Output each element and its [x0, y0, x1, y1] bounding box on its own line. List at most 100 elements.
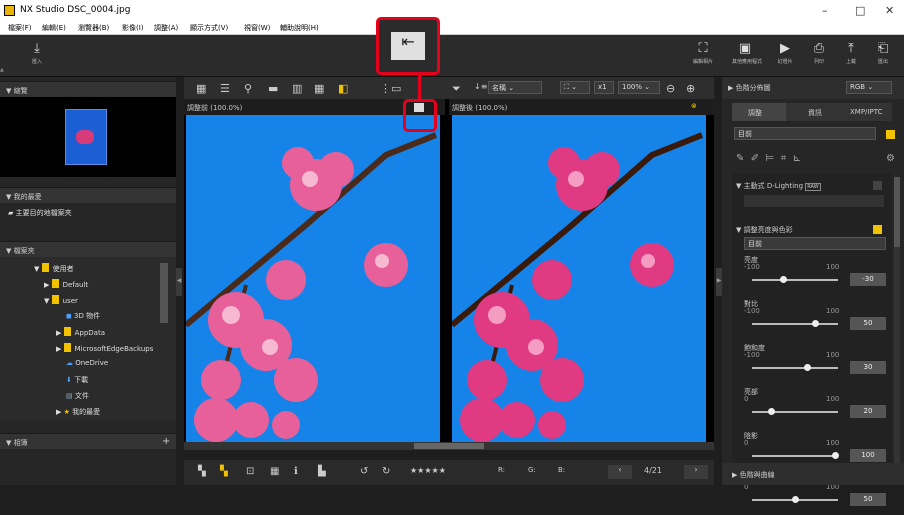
preset-checkbox[interactable] — [886, 130, 895, 139]
brush-icon[interactable]: ✎ — [736, 153, 744, 164]
album-header[interactable]: ▼ 相簿 + — [0, 433, 176, 449]
print-button[interactable]: ⎙ 列印 — [806, 41, 832, 65]
tab-adjust[interactable]: 調整 — [732, 103, 786, 121]
rating-stars[interactable]: ★★★★★ — [410, 466, 446, 475]
slider-value[interactable]: 20 — [850, 405, 886, 418]
slider-value[interactable]: 30 — [850, 361, 886, 374]
filmstrip-view-icon[interactable]: ▥ — [292, 82, 302, 95]
adl-header[interactable]: ▼ 主動式 D-Lighting RAW — [736, 181, 821, 191]
filter-icon[interactable]: ⏷ — [452, 82, 461, 96]
other-app-button[interactable]: ▣ 其他應用程式 — [732, 41, 762, 65]
menu-view[interactable]: 顯示方式(V) — [190, 23, 228, 33]
tree-downloads[interactable]: ⬇ 下載 — [66, 375, 88, 385]
minimize-button[interactable]: – — [822, 4, 828, 17]
tree-3d-objects[interactable]: ◼ 3D 物件 — [66, 311, 100, 321]
slider-knob[interactable] — [812, 320, 819, 327]
zoom-in-icon[interactable]: ⊕ — [686, 82, 695, 95]
menu-image[interactable]: 影像(I) — [122, 23, 144, 33]
color-mode-select[interactable]: RGB ⌄ — [846, 81, 892, 94]
menu-edit[interactable]: 編輯(E) — [42, 23, 66, 33]
slider-track[interactable] — [752, 276, 838, 283]
slider-value[interactable]: -30 — [850, 273, 886, 286]
export-button[interactable]: ⎗ 匯出 — [870, 41, 896, 65]
slider-track[interactable] — [752, 364, 838, 371]
maximize-button[interactable]: □ — [855, 4, 865, 17]
tree-favorites[interactable]: ▶ ★ 我的最愛 — [56, 407, 100, 417]
tree-onedrive[interactable]: ☁ OneDrive — [66, 359, 108, 367]
tree-documents[interactable]: ▤ 文件 — [66, 391, 89, 401]
tab-info[interactable]: 資訊 — [808, 108, 822, 118]
single-view-icon[interactable]: ▬ — [268, 82, 278, 95]
slider-knob[interactable] — [804, 364, 811, 371]
map-view-icon[interactable]: ⚲ — [244, 82, 252, 95]
slider-knob[interactable] — [792, 496, 799, 503]
zoom-x1-button[interactable]: x1 — [594, 81, 614, 94]
slider-track[interactable] — [752, 408, 838, 415]
list-view-icon[interactable]: ☰ — [220, 82, 230, 95]
close-button[interactable]: ✕ — [885, 4, 894, 17]
viewer-scrollbar[interactable] — [184, 442, 714, 450]
brightness-preset-select[interactable]: 目前 — [744, 237, 886, 250]
menu-browser[interactable]: 瀏覽器(B) — [78, 23, 109, 33]
adl-select[interactable] — [744, 195, 884, 207]
layout-menu-icon[interactable]: ⋮▭ — [380, 82, 401, 95]
favorites-header[interactable]: ▼ 我的最愛 — [0, 187, 176, 203]
slider-track[interactable] — [752, 320, 838, 327]
left-panel-toggle[interactable]: ◀ — [176, 268, 182, 296]
info-icon[interactable]: ℹ — [294, 466, 298, 477]
rotate-left-icon[interactable]: ↺ — [360, 466, 368, 477]
add-album-button[interactable]: + — [162, 436, 170, 447]
prev-button[interactable]: ‹ — [608, 465, 632, 479]
rotate-right-icon[interactable]: ↻ — [382, 466, 390, 477]
menu-file[interactable]: 檔案(F) — [8, 23, 32, 33]
sort-order-icon[interactable]: ↓≡ — [474, 82, 487, 91]
favorite-destination-folder[interactable]: ▰ 主要目的地檔案夾 — [8, 208, 72, 218]
collapse-arrow-icon[interactable]: ▲ — [0, 67, 8, 73]
tree-appdata[interactable]: ▶ AppData — [56, 327, 105, 337]
zoom-select[interactable]: 100% ⌄ — [618, 81, 660, 94]
slider-value[interactable]: 50 — [850, 493, 886, 506]
after-image[interactable] — [452, 115, 706, 450]
label-icon[interactable]: ▚ — [198, 466, 206, 477]
tree-default[interactable]: ▶ Default — [44, 279, 88, 289]
settings-gear-icon[interactable]: ⚙ — [886, 153, 895, 164]
fit-icon[interactable]: ⊡ — [246, 466, 254, 477]
levels-icon[interactable]: ⊨ — [766, 153, 775, 164]
label-active-icon[interactable]: ▚ — [220, 466, 228, 477]
sort-select[interactable]: 名稱 ⌄ — [488, 81, 542, 94]
brightness-header[interactable]: ▼ 調整亮度與色彩 — [736, 225, 793, 235]
before-after-view-icon[interactable]: ◧ — [338, 82, 348, 95]
next-button[interactable]: › — [684, 465, 708, 479]
menu-help[interactable]: 輔助說明(H) — [280, 23, 319, 33]
histogram-icon[interactable]: ▙ — [318, 466, 326, 477]
fit-select[interactable]: ⛶ ⌄ — [560, 81, 590, 94]
link-icon[interactable]: ⊗ — [691, 102, 697, 110]
folder-scrollbar[interactable] — [160, 263, 168, 323]
slider-knob[interactable] — [768, 408, 775, 415]
preset-select[interactable]: 目前 — [734, 127, 876, 140]
adl-checkbox[interactable] — [873, 181, 882, 190]
slider-track[interactable] — [752, 452, 839, 459]
thumbnail-image[interactable] — [65, 109, 107, 165]
menu-adjust[interactable]: 調整(A) — [154, 23, 178, 33]
slideshow-button[interactable]: ▶ 幻燈片 — [772, 41, 798, 65]
tab-xmp[interactable]: XMP/IPTC — [850, 108, 882, 116]
thumbnail-header[interactable]: ▼ 縮覽 — [0, 81, 176, 97]
right-scrollbar[interactable] — [894, 177, 900, 477]
tree-users[interactable]: ▼ 使用者 — [34, 263, 74, 274]
slider-knob[interactable] — [832, 452, 839, 459]
slider-track[interactable] — [752, 496, 838, 503]
grid-icon[interactable]: ▦ — [270, 466, 279, 477]
grid-view-icon[interactable]: ▦ — [196, 82, 206, 95]
menu-window[interactable]: 視窗(W) — [244, 23, 270, 33]
tree-edge-backups[interactable]: ▶ MicrosoftEdgeBackups — [56, 343, 153, 353]
folders-header[interactable]: ▼ 檔案夾 — [0, 241, 176, 257]
tree-user[interactable]: ▼ user — [44, 295, 78, 305]
straighten-icon[interactable]: ⊾ — [793, 153, 801, 164]
retouch-icon[interactable]: ✐ — [751, 153, 759, 164]
slider-knob[interactable] — [780, 276, 787, 283]
curves-header[interactable]: ▶ 色階與曲線 — [732, 470, 775, 480]
compare-view-icon[interactable]: ▦ — [314, 82, 324, 95]
upload-button[interactable]: ⤒ 上載 — [838, 41, 864, 65]
before-image[interactable] — [186, 115, 440, 450]
